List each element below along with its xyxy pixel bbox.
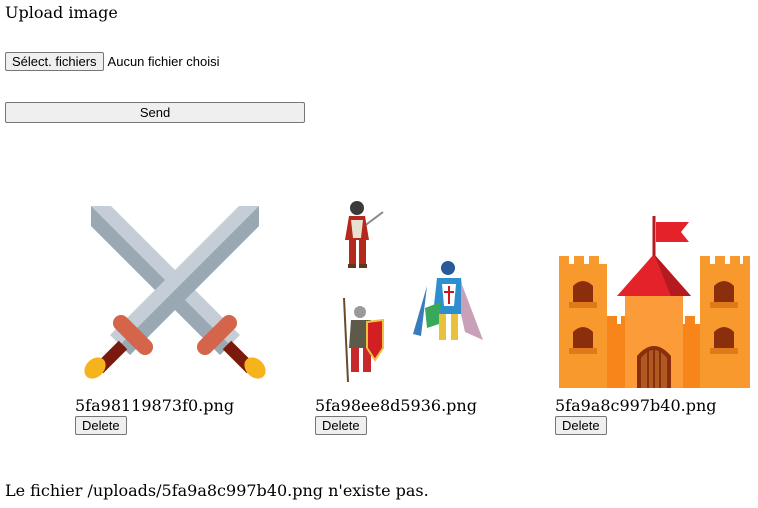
delete-button[interactable]: Delete [555,416,607,435]
select-files-button[interactable]: Sélect. fichiers [5,52,104,71]
upload-title: Upload image [5,3,118,22]
delete-button[interactable]: Delete [315,416,367,435]
file-input[interactable]: Sélect. fichiers Aucun fichier choisi [5,52,220,71]
image-filename: 5fa9a8c997b40.png [555,396,717,415]
knights-icon [343,201,483,383]
castle-icon [559,216,750,388]
crossed-swords-icon [84,206,266,379]
send-button[interactable]: Send [5,102,305,123]
image-filename: 5fa98ee8d5936.png [315,396,477,415]
status-message: Le fichier /uploads/5fa9a8c997b40.png n'… [5,481,429,500]
no-file-chosen-text: Aucun fichier choisi [107,54,220,69]
image-filename: 5fa98119873f0.png [75,396,235,415]
delete-button[interactable]: Delete [75,416,127,435]
